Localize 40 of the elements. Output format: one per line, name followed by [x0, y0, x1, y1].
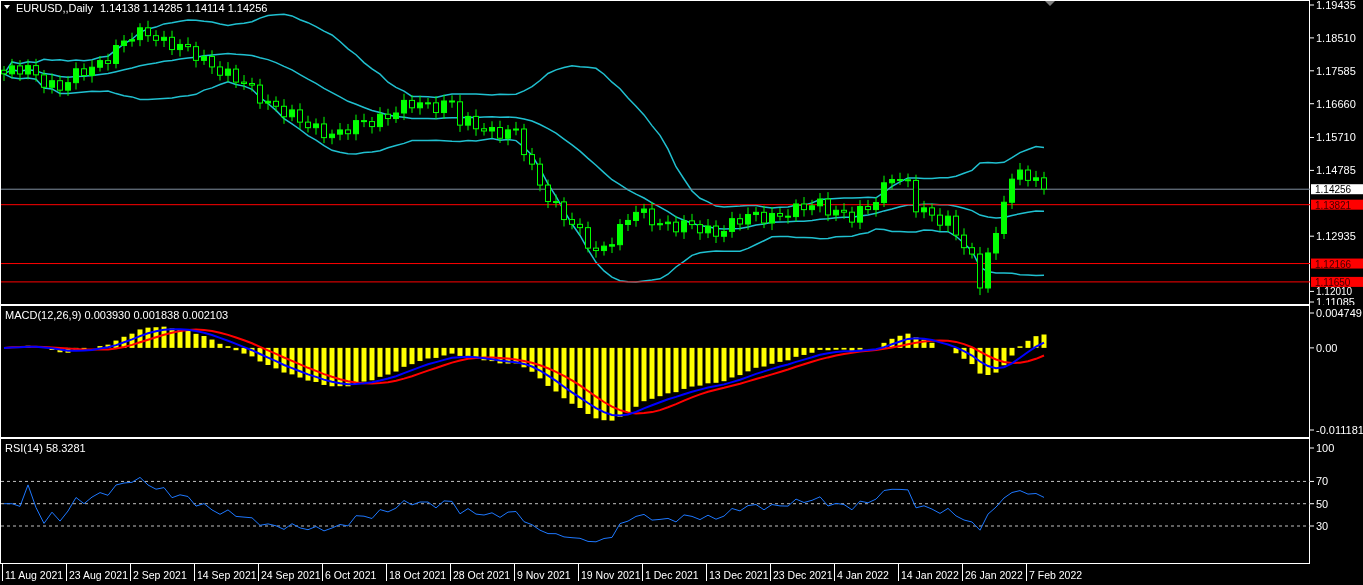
time-axis-label: 24 Sep 2021: [258, 564, 322, 581]
time-axis-label: 7 Feb 2022: [1026, 564, 1090, 581]
time-axis-label: 1 Dec 2021: [642, 564, 706, 581]
time-axis-label: 6 Oct 2021: [322, 564, 386, 581]
time-axis-label: 19 Nov 2021: [578, 564, 642, 581]
rsi-axis-label: 50: [1316, 497, 1329, 510]
rsi-axis-label: 70: [1316, 475, 1329, 488]
rsi-indicator-title: RSI(14) 58.3281: [5, 442, 86, 454]
macd-axis-label: -0.011181: [1316, 424, 1363, 436]
price-axis-label: 1.12010: [1316, 285, 1353, 297]
rsi-axis-label: 30: [1316, 520, 1329, 532]
rsi-axis-label: 100: [1316, 442, 1335, 454]
price-tag: 1.13821: [1311, 199, 1363, 211]
price-tag: 1.12166: [1311, 258, 1363, 270]
time-axis-label: 2 Sep 2021: [130, 564, 194, 581]
time-axis-label: 4 Jan 2022: [834, 564, 898, 581]
price-tag: 1.14256: [1311, 184, 1363, 196]
price-axis-label: 1.17585: [1316, 64, 1356, 77]
price-axis-label: 1.15710: [1316, 131, 1356, 144]
time-axis-label: 11 Aug 2021: [2, 564, 66, 581]
time-axis-label: 23 Dec 2021: [770, 564, 834, 581]
macd-axis-label: 0.004749: [1316, 307, 1362, 319]
time-axis-label: 28 Oct 2021: [450, 564, 514, 581]
price-axis-label: 1.19435: [1316, 0, 1356, 11]
price-axis-label: 1.14785: [1316, 164, 1356, 177]
price-axis-label: 1.16660: [1316, 97, 1356, 110]
price-axis-label: 1.12935: [1316, 230, 1356, 243]
time-axis-label: 13 Dec 2021: [706, 564, 770, 581]
time-axis-label: 26 Jan 2022: [962, 564, 1026, 581]
macd-axis-label: 0.00: [1316, 341, 1338, 354]
time-axis-label: 14 Sep 2021: [194, 564, 258, 581]
price-axis-label: 1.18510: [1316, 31, 1356, 44]
price-tag: 1.11650: [1311, 276, 1363, 288]
time-axis-label: 23 Aug 2021: [66, 564, 130, 581]
time-axis-label: 18 Oct 2021: [386, 564, 450, 581]
chart-symbol-title: EURUSD,,Daily: [16, 2, 93, 14]
time-axis-label: 14 Jan 2022: [898, 564, 962, 581]
macd-indicator-title: MACD(12,26,9) 0.003930 0.001838 0.002103: [5, 309, 229, 321]
ohlc-values: 1.14138 1.14285 1.14114 1.14256: [100, 2, 268, 14]
time-axis-label: 9 Nov 2021: [514, 564, 578, 581]
